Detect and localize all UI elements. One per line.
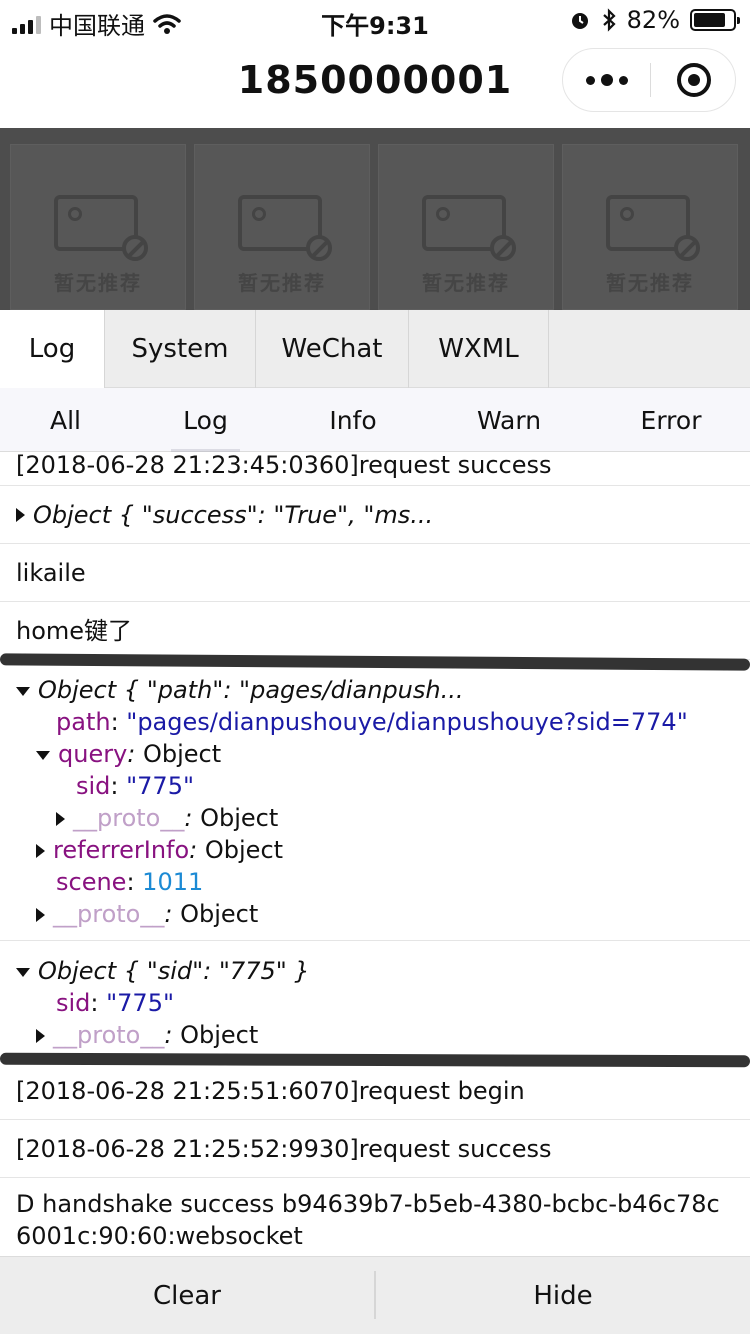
target-icon bbox=[677, 63, 711, 97]
tab-system[interactable]: System bbox=[105, 310, 256, 388]
log-text: [2018-06-28 21:25:52:9930]request succes… bbox=[16, 1134, 552, 1163]
image-placeholder-icon bbox=[238, 195, 332, 261]
recommend-card: 暂无推荐 bbox=[10, 144, 186, 310]
object-key: referrerInfo bbox=[53, 836, 190, 864]
bluetooth-icon bbox=[602, 8, 616, 32]
log-text: home键了 bbox=[16, 616, 133, 645]
recommend-card-label: 暂无推荐 bbox=[54, 271, 142, 295]
log-row: [2018-06-28 21:25:52:9930]request succes… bbox=[0, 1120, 750, 1178]
object-value: 1011 bbox=[142, 868, 204, 896]
object-key: scene bbox=[56, 868, 127, 896]
object-value: Object bbox=[180, 900, 259, 928]
clear-button[interactable]: Clear bbox=[0, 1257, 374, 1334]
filter-error[interactable]: Error bbox=[592, 388, 750, 452]
object-value: Object bbox=[204, 836, 284, 864]
filter-info[interactable]: Info bbox=[280, 388, 426, 452]
object-key: path bbox=[56, 708, 111, 736]
battery-icon bbox=[690, 9, 740, 31]
object-key: __proto__ bbox=[53, 1021, 165, 1049]
expand-arrow-icon[interactable] bbox=[56, 812, 65, 826]
log-row[interactable]: Object { "success": "True", "ms... bbox=[0, 486, 750, 544]
tab-wxml[interactable]: WXML bbox=[409, 310, 549, 388]
log-row: [2018-06-28 21:23:45:0360]request succes… bbox=[0, 452, 750, 486]
expand-arrow-icon[interactable] bbox=[36, 908, 45, 922]
object-value: Object bbox=[180, 1021, 259, 1049]
object-value: Object bbox=[143, 740, 222, 768]
tab-wechat[interactable]: WeChat bbox=[256, 310, 409, 388]
console-tabs: Log System WeChat WXML bbox=[0, 310, 750, 388]
object-value: "pages/dianpushouye/dianpushouye?sid=774… bbox=[126, 708, 688, 736]
log-object-summary: Object { "path": "pages/dianpush... bbox=[38, 676, 464, 704]
object-value: "775" bbox=[106, 989, 175, 1017]
log-row: home键了 bbox=[0, 602, 750, 660]
page-overlay[interactable]: 暂无推荐 暂无推荐 暂无推荐 暂无推荐 bbox=[0, 128, 750, 310]
log-object-expanded: Object { "sid": "775" } sid: "775" __pro… bbox=[0, 941, 750, 1062]
battery-percent: 82% bbox=[626, 6, 680, 34]
recommend-card-label: 暂无推荐 bbox=[422, 271, 510, 295]
nav-bar: 1850000001 bbox=[0, 40, 750, 128]
log-row: likaile bbox=[0, 544, 750, 602]
filter-all[interactable]: All bbox=[0, 388, 131, 452]
object-value: "775" bbox=[126, 772, 195, 800]
collapse-arrow-icon[interactable] bbox=[16, 967, 30, 977]
log-text: likaile bbox=[16, 558, 86, 587]
tab-log[interactable]: Log bbox=[0, 310, 105, 388]
filter-warn[interactable]: Warn bbox=[426, 388, 592, 452]
recommend-card: 暂无推荐 bbox=[562, 144, 738, 310]
log-filter-tabs: All Log Info Warn Error bbox=[0, 388, 750, 452]
log-row: [2018-06-28 21:25:51:6070]request begin bbox=[0, 1062, 750, 1120]
more-icon[interactable] bbox=[563, 49, 650, 111]
log-row: D handshake success b94639b7-b5eb-4380-b… bbox=[0, 1178, 750, 1256]
expand-arrow-icon[interactable] bbox=[36, 1029, 45, 1043]
log-object-summary: Object { "sid": "775" } bbox=[38, 957, 310, 985]
log-text: [2018-06-28 21:23:45:0360]request succes… bbox=[16, 452, 552, 479]
console-footer: Clear Hide bbox=[0, 1256, 750, 1334]
log-text: [2018-06-28 21:25:51:6070]request begin bbox=[16, 1076, 525, 1105]
object-key: __proto__ bbox=[53, 900, 165, 928]
collapse-arrow-icon[interactable] bbox=[16, 686, 30, 696]
collapse-arrow-icon[interactable] bbox=[36, 750, 50, 760]
object-key: sid bbox=[56, 989, 91, 1017]
recommend-card: 暂无推荐 bbox=[378, 144, 554, 310]
expand-arrow-icon[interactable] bbox=[36, 844, 45, 858]
image-placeholder-icon bbox=[54, 195, 148, 261]
expand-arrow-icon[interactable] bbox=[16, 507, 25, 522]
image-placeholder-icon bbox=[606, 195, 700, 261]
filter-log[interactable]: Log bbox=[131, 388, 280, 452]
object-value: Object bbox=[200, 804, 279, 832]
close-mini-program-button[interactable] bbox=[651, 49, 737, 111]
recommend-card: 暂无推荐 bbox=[194, 144, 370, 310]
log-list[interactable]: [2018-06-28 21:23:45:0360]request succes… bbox=[0, 452, 750, 1256]
recommend-card-label: 暂无推荐 bbox=[606, 271, 694, 295]
mini-program-capsule bbox=[562, 48, 736, 112]
status-bar: 中国联通 下午9:31 82% bbox=[0, 0, 750, 40]
log-object-expanded: Object { "path": "pages/dianpush... path… bbox=[0, 660, 750, 941]
log-object-summary: Object { "success": "True", "ms... bbox=[33, 500, 434, 529]
image-placeholder-icon bbox=[422, 195, 516, 261]
object-key: query bbox=[58, 740, 128, 768]
log-text: D handshake success b94639b7-b5eb-4380-b… bbox=[16, 1190, 720, 1250]
alarm-icon bbox=[571, 13, 588, 29]
object-key: sid bbox=[76, 772, 111, 800]
recommend-card-label: 暂无推荐 bbox=[238, 271, 326, 295]
object-key: __proto__ bbox=[73, 804, 185, 832]
hide-button[interactable]: Hide bbox=[376, 1257, 750, 1334]
